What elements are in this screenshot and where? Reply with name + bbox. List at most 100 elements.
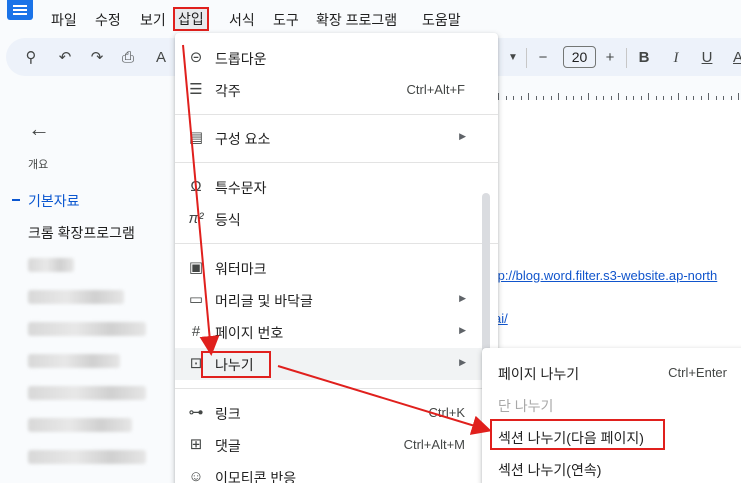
document-outline: ← 개요 기본자료 크롬 확장프로그램 [0, 100, 175, 483]
break-submenu: 페이지 나누기 Ctrl+Enter 단 나누기 섹션 나누기(다음 페이지) … [482, 348, 741, 483]
ruler-tick [498, 93, 499, 100]
outline-summary-label: 개요 [28, 159, 49, 171]
menu-file[interactable]: 파일 [51, 10, 77, 30]
submenu-item-shortcut: Ctrl+Enter [668, 365, 727, 380]
menu-insert[interactable]: 삽입 [173, 7, 209, 31]
ruler-tick [738, 93, 739, 100]
italic-icon[interactable]: I [667, 49, 685, 67]
menu-item-label: 페이지 번호 [215, 325, 284, 341]
ruler-tick [618, 93, 619, 100]
docs-logo-icon[interactable] [7, 0, 33, 20]
ruler-tick [648, 93, 649, 100]
spellcheck-icon[interactable]: A [152, 49, 170, 67]
ruler-tick [558, 93, 559, 100]
search-icon[interactable]: ⚲ [22, 49, 40, 67]
comment-icon: ⊞ [189, 436, 203, 453]
footnote-icon: ☰ [189, 81, 203, 98]
text-color-icon[interactable]: A [729, 49, 741, 67]
minus-icon[interactable]: − [534, 49, 552, 67]
menu-item-label: 링크 [215, 406, 241, 422]
blurred-outline-item [28, 450, 146, 464]
menu-item-equation[interactable]: π² 등식 [175, 203, 498, 235]
menu-item-emoji-reaction[interactable]: ☺ 이모티콘 반응 [175, 461, 498, 483]
menu-divider [175, 388, 498, 389]
ruler[interactable]: (function(){ var r = document.currentScr… [480, 86, 741, 100]
blurred-outline-item [28, 386, 146, 400]
blurred-outline-item [28, 322, 146, 336]
menu-edit[interactable]: 수정 [95, 10, 121, 30]
submenu-item-label: 페이지 나누기 [498, 366, 580, 382]
menu-divider [175, 162, 498, 163]
ruler-tick [588, 93, 589, 100]
submenu-item-section-break-continuous[interactable]: 섹션 나누기(연속) [482, 452, 741, 483]
ruler-tick [678, 93, 679, 100]
menu-extensions[interactable]: 확장 프로그램 [316, 10, 397, 30]
menu-format[interactable]: 서식 [229, 10, 255, 30]
blurred-outline-item [28, 258, 74, 272]
menu-divider [175, 114, 498, 115]
undo-icon[interactable]: ↶ [56, 49, 74, 67]
menu-item-dropdown[interactable]: ⊝ 드롭다운 [175, 42, 498, 74]
watermark-icon: ▣ [188, 259, 204, 276]
building-blocks-icon: ▤ [188, 129, 204, 146]
chevron-down-icon[interactable]: ▼ [504, 49, 522, 67]
ruler-tick [708, 93, 709, 100]
dropdown-icon: ⊝ [189, 49, 203, 66]
annotation-highlight-box [201, 351, 271, 378]
bold-icon[interactable]: B [635, 49, 653, 67]
menu-item-shortcut: Ctrl+Alt+F [406, 82, 465, 97]
menu-item-header-footer[interactable]: ▭ 머리글 및 바닥글 ▶ [175, 284, 498, 316]
back-arrow-icon[interactable]: ← [28, 116, 50, 142]
redo-icon[interactable]: ↷ [88, 49, 106, 67]
submenu-item-label: 섹션 나누기(연속) [498, 462, 602, 478]
pi-icon: π² [188, 210, 204, 227]
menu-item-label: 댓글 [215, 438, 241, 454]
menu-item-label: 드롭다운 [215, 51, 267, 67]
emoji-icon: ☺ [188, 468, 204, 483]
menu-item-label: 머리글 및 바닥글 [215, 293, 313, 309]
menu-item-label: 워터마크 [215, 261, 267, 277]
submenu-arrow-icon: ▶ [459, 293, 466, 303]
annotation-highlight-box [490, 419, 665, 450]
menu-item-label: 등식 [215, 212, 241, 228]
submenu-arrow-icon: ▶ [459, 131, 466, 141]
menu-help[interactable]: 도움말 [422, 10, 461, 30]
submenu-item-page-break[interactable]: 페이지 나누기 Ctrl+Enter [482, 356, 741, 388]
font-size-input[interactable]: 20 [563, 46, 596, 68]
menubar: 파일 수정 보기 삽입 서식 도구 확장 프로그램 도움말 [0, 0, 741, 36]
submenu-item-column-break: 단 나누기 [482, 388, 741, 420]
menu-view[interactable]: 보기 [140, 10, 166, 30]
omega-icon: Ω [190, 178, 202, 195]
hash-icon: # [191, 323, 201, 340]
menu-item-label: 각주 [215, 83, 241, 99]
submenu-arrow-icon: ▶ [459, 325, 466, 335]
menu-item-watermark[interactable]: ▣ 워터마크 [175, 252, 498, 284]
link-icon: ⊶ [188, 404, 204, 421]
menu-item-special-characters[interactable]: Ω 특수문자 [175, 171, 498, 203]
menu-item-footnote[interactable]: ☰ 각주 Ctrl+Alt+F [175, 74, 498, 106]
ruler-tick [528, 93, 529, 100]
blurred-outline-item [28, 354, 120, 368]
menu-item-page-numbers[interactable]: # 페이지 번호 ▶ [175, 316, 498, 348]
submenu-arrow-icon: ▶ [459, 357, 466, 367]
menu-item-label: 이모티콘 반응 [215, 470, 297, 483]
menu-divider [175, 243, 498, 244]
blurred-outline-item [28, 290, 124, 304]
outline-heading-active[interactable]: 기본자료 [28, 191, 80, 211]
print-icon[interactable]: ⎙ [119, 49, 137, 67]
header-footer-icon: ▭ [188, 291, 204, 308]
active-heading-marker [12, 199, 20, 201]
blurred-outline-item [28, 418, 132, 432]
plus-icon[interactable]: + [601, 49, 619, 67]
menu-item-link[interactable]: ⊶ 링크 Ctrl+K [175, 397, 498, 429]
toolbar-divider [526, 48, 527, 68]
menu-item-comment[interactable]: ⊞ 댓글 Ctrl+Alt+M [175, 429, 498, 461]
outline-heading[interactable]: 크롬 확장프로그램 [28, 223, 135, 243]
underline-icon[interactable]: U [698, 49, 716, 67]
menu-tools[interactable]: 도구 [273, 10, 299, 30]
submenu-item-label: 단 나누기 [498, 398, 554, 414]
document-link[interactable]: tp://blog.word.filter.s3-website.ap-nort… [494, 268, 717, 283]
menu-item-building-blocks[interactable]: ▤ 구성 요소 ▶ [175, 122, 498, 154]
menu-item-label: 특수문자 [215, 180, 267, 196]
menu-item-label: 구성 요소 [215, 131, 271, 147]
